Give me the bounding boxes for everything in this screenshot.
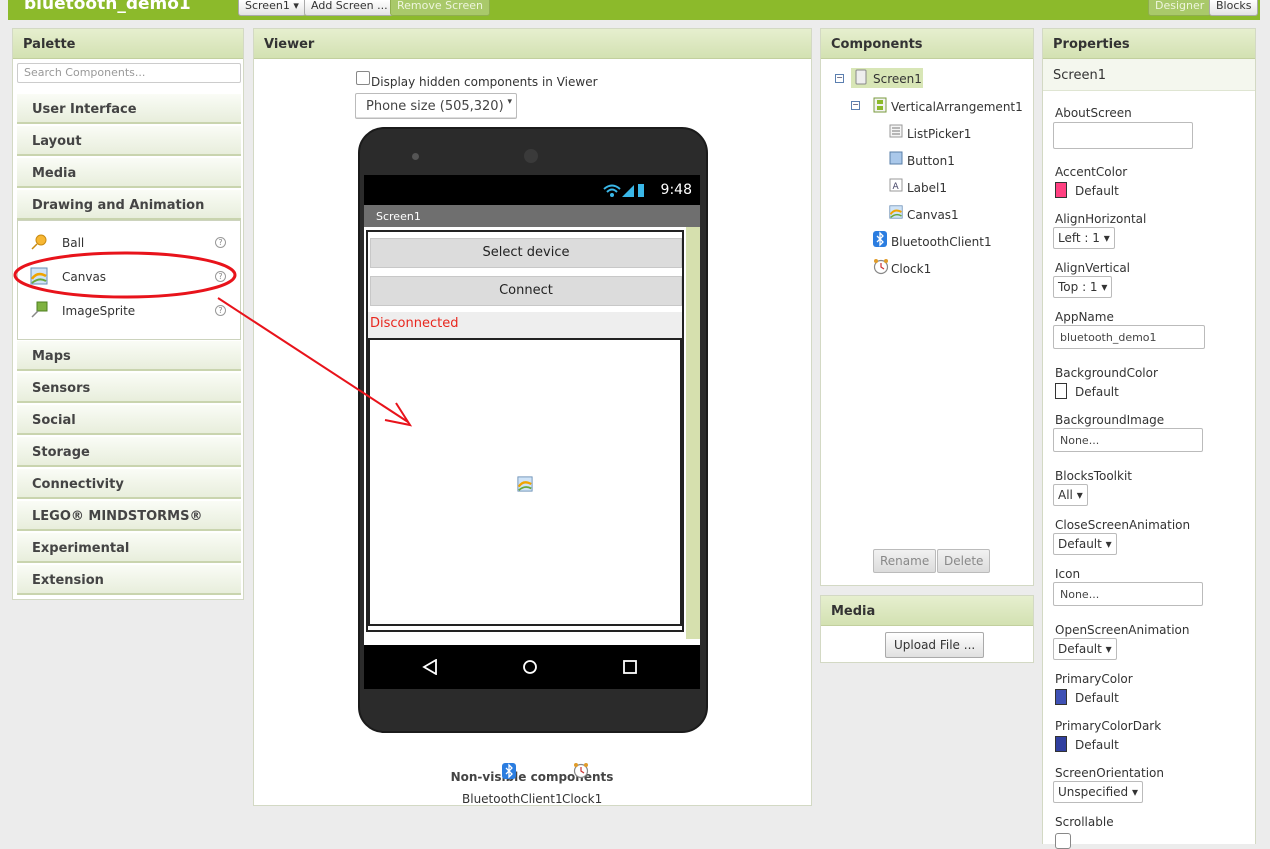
annotation-overlay: [13, 251, 413, 427]
annotation-arrow-line: [217, 297, 409, 423]
annotation-circle: [13, 251, 237, 299]
